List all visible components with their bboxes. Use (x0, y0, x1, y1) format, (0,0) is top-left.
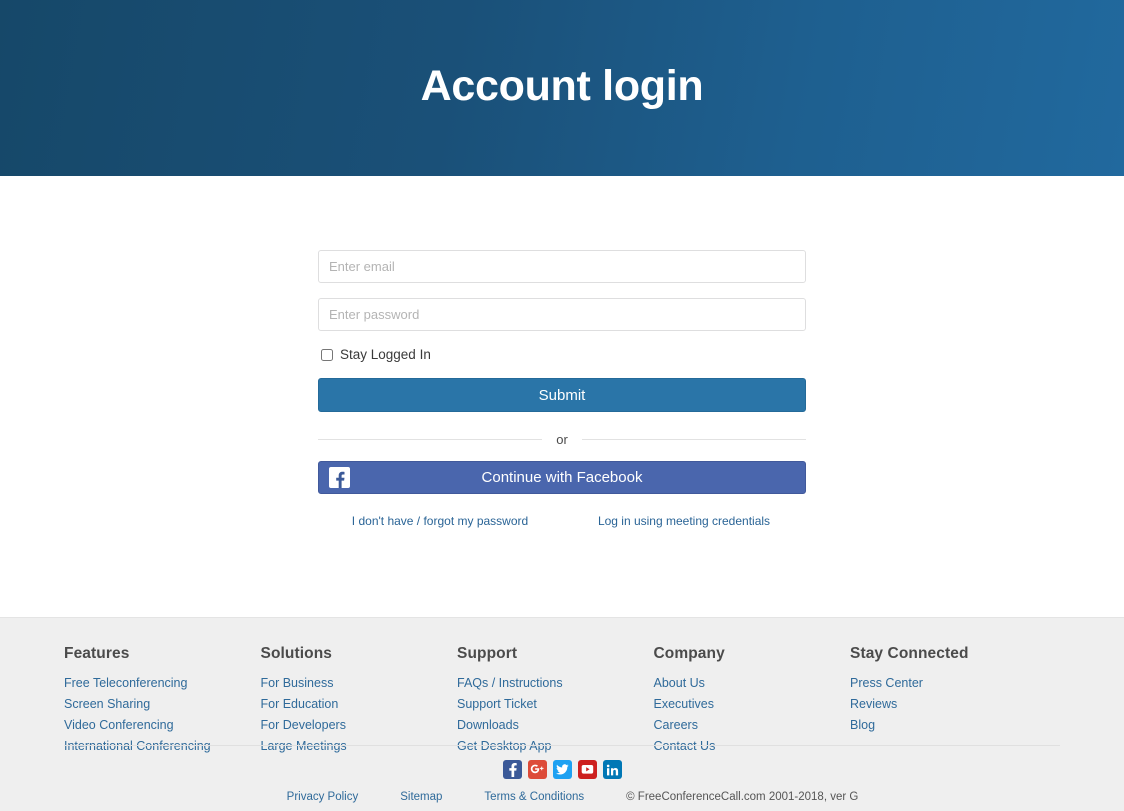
footer-heading-support: Support (457, 645, 518, 662)
footer-column-features: Features Free Teleconferencing Screen Sh… (64, 645, 261, 758)
list-item: Executives (654, 695, 851, 713)
footer-heading-solutions: Solutions (260, 645, 333, 662)
footer-list-support: FAQs / Instructions Support Ticket Downl… (457, 674, 654, 755)
footer-heading-features: Features (64, 645, 130, 662)
or-divider: or (318, 433, 806, 446)
forgot-password-link[interactable]: I don't have / forgot my password (352, 514, 528, 528)
twitter-icon[interactable] (552, 760, 572, 779)
footer-column-company: Company About Us Executives Careers Cont… (654, 645, 851, 758)
page-hero: Account login (0, 0, 1124, 176)
list-item: FAQs / Instructions (457, 674, 654, 692)
footer-columns: Features Free Teleconferencing Screen Sh… (0, 618, 1124, 758)
site-footer: Features Free Teleconferencing Screen Sh… (0, 617, 1124, 811)
list-item: For Education (261, 695, 458, 713)
or-label: or (556, 432, 568, 447)
login-main: Stay Logged In Submit or Continue with F… (0, 176, 1124, 617)
list-item: Get Desktop App (457, 737, 654, 755)
list-item: For Developers (261, 716, 458, 734)
facebook-icon (329, 467, 350, 488)
footer-link-large-meetings[interactable]: Large Meetings (261, 739, 347, 753)
social-links (0, 760, 1124, 779)
footer-link-press-center[interactable]: Press Center (850, 676, 923, 690)
list-item: Large Meetings (261, 737, 458, 755)
facebook-button-label: Continue with Facebook (481, 469, 643, 486)
footer-link-for-developers[interactable]: For Developers (261, 718, 346, 732)
footer-link-downloads[interactable]: Downloads (457, 718, 519, 732)
footer-link-screen-sharing[interactable]: Screen Sharing (64, 697, 150, 711)
facebook-icon[interactable] (502, 760, 522, 779)
youtube-icon[interactable] (577, 760, 597, 779)
login-form: Stay Logged In Submit or Continue with F… (318, 176, 806, 528)
form-helper-links: I don't have / forgot my password Log in… (318, 514, 806, 528)
stay-logged-in-checkbox[interactable] (321, 349, 333, 361)
footer-link-faqs-instructions[interactable]: FAQs / Instructions (457, 676, 563, 690)
list-item: Press Center (850, 674, 1060, 692)
divider-line-right (581, 439, 806, 440)
submit-button[interactable]: Submit (318, 378, 806, 412)
footer-list-stay-connected: Press Center Reviews Blog (850, 674, 1060, 734)
password-input[interactable] (318, 298, 806, 331)
divider-line-left (318, 439, 543, 440)
email-input[interactable] (318, 250, 806, 283)
list-item: Careers (654, 716, 851, 734)
footer-column-solutions: Solutions For Business For Education For… (261, 645, 458, 758)
list-item: Reviews (850, 695, 1060, 713)
footer-link-for-education[interactable]: For Education (261, 697, 339, 711)
footer-list-solutions: For Business For Education For Developer… (261, 674, 458, 755)
footer-column-stay-connected: Stay Connected Press Center Reviews Blog (850, 645, 1060, 758)
footer-link-blog[interactable]: Blog (850, 718, 875, 732)
footer-link-contact-us[interactable]: Contact Us (654, 739, 716, 753)
list-item: About Us (654, 674, 851, 692)
list-item: International Conferencing (64, 737, 261, 755)
footer-link-support-ticket[interactable]: Support Ticket (457, 697, 537, 711)
footer-link-video-conferencing[interactable]: Video Conferencing (64, 718, 174, 732)
terms-conditions-link[interactable]: Terms & Conditions (484, 791, 584, 803)
list-item: For Business (261, 674, 458, 692)
stay-logged-in-row: Stay Logged In (318, 346, 806, 364)
list-item: Screen Sharing (64, 695, 261, 713)
page-title: Account login (420, 61, 704, 110)
footer-link-executives[interactable]: Executives (654, 697, 714, 711)
list-item: Support Ticket (457, 695, 654, 713)
footer-link-careers[interactable]: Careers (654, 718, 698, 732)
list-item: Blog (850, 716, 1060, 734)
footer-link-international-conferencing[interactable]: International Conferencing (64, 739, 211, 753)
footer-list-features: Free Teleconferencing Screen Sharing Vid… (64, 674, 261, 755)
footer-link-for-business[interactable]: For Business (261, 676, 334, 690)
footer-bottom-row: Privacy Policy Sitemap Terms & Condition… (0, 791, 1124, 803)
footer-link-about-us[interactable]: About Us (654, 676, 705, 690)
list-item: Video Conferencing (64, 716, 261, 734)
meeting-credentials-link[interactable]: Log in using meeting credentials (598, 514, 770, 528)
footer-heading-company: Company (653, 645, 725, 662)
footer-list-company: About Us Executives Careers Contact Us (654, 674, 851, 755)
list-item: Free Teleconferencing (64, 674, 261, 692)
continue-with-facebook-button[interactable]: Continue with Facebook (318, 461, 806, 494)
copyright-text: © FreeConferenceCall.com 2001-2018, ver … (626, 791, 859, 803)
footer-link-free-teleconferencing[interactable]: Free Teleconferencing (64, 676, 187, 690)
linkedin-icon[interactable] (602, 760, 622, 779)
google-plus-icon[interactable] (527, 760, 547, 779)
footer-column-support: Support FAQs / Instructions Support Tick… (457, 645, 654, 758)
sitemap-link[interactable]: Sitemap (400, 791, 442, 803)
stay-logged-in-label[interactable]: Stay Logged In (340, 348, 431, 362)
privacy-policy-link[interactable]: Privacy Policy (287, 791, 359, 803)
footer-heading-stay-connected: Stay Connected (850, 645, 969, 662)
footer-divider (64, 745, 1060, 746)
footer-link-reviews[interactable]: Reviews (850, 697, 897, 711)
list-item: Downloads (457, 716, 654, 734)
list-item: Contact Us (654, 737, 851, 755)
footer-link-get-desktop-app[interactable]: Get Desktop App (457, 739, 552, 753)
